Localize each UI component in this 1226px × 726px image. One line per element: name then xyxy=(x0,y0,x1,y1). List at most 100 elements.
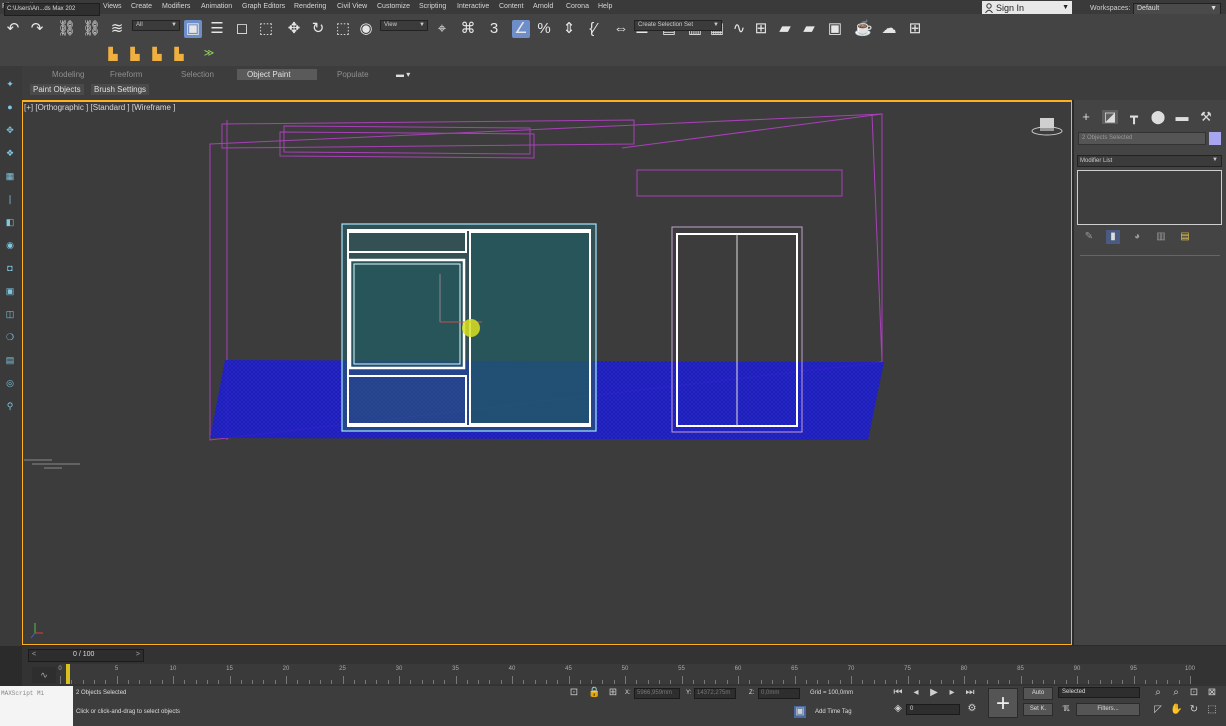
grid-icon[interactable]: ▦ xyxy=(4,170,16,182)
menu-corona[interactable]: Corona xyxy=(566,3,589,10)
select-place-icon[interactable]: ◉ xyxy=(357,20,375,38)
scene-icon[interactable]: ✥ xyxy=(4,124,16,136)
configure-modifier-sets-icon[interactable]: ▤ xyxy=(1178,230,1192,244)
eye-icon[interactable]: ◎ xyxy=(4,377,16,389)
display-icon[interactable]: ▬ xyxy=(1174,110,1190,124)
set-key-big-icon[interactable]: + xyxy=(988,688,1018,718)
modifier-stack[interactable] xyxy=(1077,170,1222,225)
menu-help[interactable]: Help xyxy=(598,3,612,10)
zoom-extents-icon[interactable]: ⊡ xyxy=(1188,687,1200,699)
time-tag-icon[interactable]: ▣ xyxy=(794,706,806,718)
move-icon[interactable]: ✥ xyxy=(285,20,303,38)
add-time-tag[interactable]: Add Time Tag xyxy=(815,709,852,715)
modify-icon[interactable]: ◪ xyxy=(1102,110,1118,124)
auto-key-button[interactable]: Auto xyxy=(1023,687,1053,700)
material-editor-icon[interactable]: ▰ xyxy=(776,20,794,38)
menu-graph-editors[interactable]: Graph Editors xyxy=(242,3,285,10)
mesh-icon[interactable]: ❍ xyxy=(4,331,16,343)
zoom-all-icon[interactable]: ⌕ xyxy=(1170,687,1182,699)
viewcube-icon[interactable] xyxy=(1031,118,1063,136)
remove-modifier-icon[interactable]: ▥ xyxy=(1154,230,1168,244)
chevron-down-icon[interactable]: ≫ xyxy=(200,45,218,63)
maximize-viewport-icon[interactable]: ⬚ xyxy=(1206,704,1218,716)
redo-icon[interactable]: ↷ xyxy=(28,20,46,38)
menu-views[interactable]: Views xyxy=(103,3,122,10)
dot-icon[interactable]: ● xyxy=(4,101,16,113)
y-coordinate-field[interactable]: 14372,275m xyxy=(694,688,736,699)
filters-button[interactable]: Filters... xyxy=(1076,703,1140,716)
set-key-button[interactable]: Set K. xyxy=(1023,703,1053,716)
absolute-mode-icon[interactable]: ⊞ xyxy=(607,687,619,699)
next-frame-icon[interactable]: ▸ xyxy=(946,687,958,699)
undo-icon[interactable]: ↶ xyxy=(4,20,22,38)
pan-icon[interactable]: ✋ xyxy=(1170,704,1182,716)
viewport-scene[interactable] xyxy=(22,100,1072,645)
zoom-extents-all-icon[interactable]: ⊠ xyxy=(1206,687,1218,699)
keyboard-shortcut-icon[interactable]: ⌘ xyxy=(459,20,477,38)
link-icon[interactable]: ⛓ xyxy=(57,20,76,38)
tab-object-paint[interactable]: Object Paint xyxy=(237,69,317,80)
motion-icon[interactable]: ⬤ xyxy=(1150,110,1166,124)
percent-snap-icon[interactable]: % xyxy=(535,20,553,38)
subtab-brush-settings[interactable]: Brush Settings xyxy=(91,84,150,95)
snap-toggle-icon[interactable]: 3 xyxy=(485,20,503,38)
field-of-view-icon[interactable]: ◸ xyxy=(1152,704,1164,716)
orbit-icon[interactable]: ↻ xyxy=(1188,704,1200,716)
objects-icon[interactable]: ❖ xyxy=(4,147,16,159)
select-object-icon[interactable]: ▣ xyxy=(184,20,202,38)
tab-selection[interactable]: Selection xyxy=(171,69,224,80)
menu-arnold[interactable]: Arnold xyxy=(533,3,553,10)
menu-customize[interactable]: Customize xyxy=(377,3,410,10)
time-configuration-icon[interactable]: ⚙ xyxy=(966,703,978,715)
rendered-frame-icon[interactable]: ▣ xyxy=(826,20,844,38)
rotate-icon[interactable]: ↻ xyxy=(309,20,327,38)
subtab-paint-objects[interactable]: Paint Objects xyxy=(30,84,84,95)
pivot-icon[interactable]: ⌖ xyxy=(433,20,451,38)
light-icon[interactable]: ❘ xyxy=(4,193,16,205)
named-sets-icon[interactable]: {⁄ xyxy=(584,20,602,38)
spinner-snap-icon[interactable]: ⇕ xyxy=(560,20,578,38)
select-tool-icon[interactable]: ✦ xyxy=(4,78,16,90)
utilities-icon[interactable]: ⚒ xyxy=(1198,110,1214,124)
tab-freeform[interactable]: Freeform xyxy=(100,69,152,80)
modifier-list-select[interactable]: Modifier List ▼ xyxy=(1077,155,1222,167)
selection-filter[interactable]: All ▼ xyxy=(132,20,180,31)
named-selection-set-select[interactable]: Create Selection Set ▼ xyxy=(634,20,722,31)
key-filter-select[interactable]: Selected xyxy=(1058,687,1140,698)
isolate-selection-icon[interactable]: ⊡ xyxy=(568,687,580,699)
z-coordinate-field[interactable]: 0,0mm xyxy=(758,688,800,699)
render-setup-icon[interactable]: ▰ xyxy=(800,20,818,38)
helper-icon[interactable]: ◉ xyxy=(4,239,16,251)
a360-icon[interactable]: ⊞ xyxy=(906,20,924,38)
key-mode-icon[interactable]: ◈ xyxy=(892,703,904,715)
tab-modeling[interactable]: Modeling xyxy=(42,69,94,80)
mirror-icon[interactable]: ⇔ xyxy=(612,20,630,38)
menu-create[interactable]: Create xyxy=(131,3,152,10)
maxscript-listener[interactable]: MAXScript Mi xyxy=(0,686,73,726)
open-project-icon[interactable]: ▙ xyxy=(148,45,166,63)
show-end-result-icon[interactable]: ▮ xyxy=(1106,230,1120,244)
pin-stack-icon[interactable]: ✎ xyxy=(1082,230,1096,244)
window-crossing-icon[interactable]: ⬚ xyxy=(257,20,275,38)
hierarchy-icon[interactable]: ┳ xyxy=(1126,110,1142,124)
system-icon[interactable]: ▣ xyxy=(4,285,16,297)
reference-coordinate-select[interactable]: View ▼ xyxy=(380,20,428,31)
prev-frame-icon[interactable]: < xyxy=(32,651,36,658)
camera-icon[interactable]: ◧ xyxy=(4,216,16,228)
unlink-icon[interactable]: ⛓ xyxy=(82,20,101,38)
render-icon[interactable]: ☕ xyxy=(854,20,873,38)
project-folder-select[interactable]: C:\Users\An...ds Max 202 xyxy=(4,3,100,16)
time-cursor[interactable] xyxy=(66,664,70,684)
bind-spacewarp-icon[interactable]: ≋ xyxy=(108,20,126,38)
menu-animation[interactable]: Animation xyxy=(201,3,232,10)
current-frame-field[interactable]: 0 xyxy=(906,704,960,715)
menu-interactive[interactable]: Interactive xyxy=(457,3,489,10)
project-folder-icon[interactable]: ▙ xyxy=(104,45,122,63)
track-bar[interactable]: 0 5 10 15 20 25 30 35 40 45 50 55 60 65 70 75 80 85 90 95 10… xyxy=(58,664,1195,684)
schematic-view-icon[interactable]: ⊞ xyxy=(752,20,770,38)
render-cloud-icon[interactable]: ☁ xyxy=(880,20,898,38)
x-coordinate-field[interactable]: 5966,959mm xyxy=(634,688,680,699)
next-frame-icon[interactable]: > xyxy=(136,651,140,658)
rect-region-icon[interactable]: ◻ xyxy=(233,20,251,38)
container-icon[interactable]: ▤ xyxy=(4,354,16,366)
